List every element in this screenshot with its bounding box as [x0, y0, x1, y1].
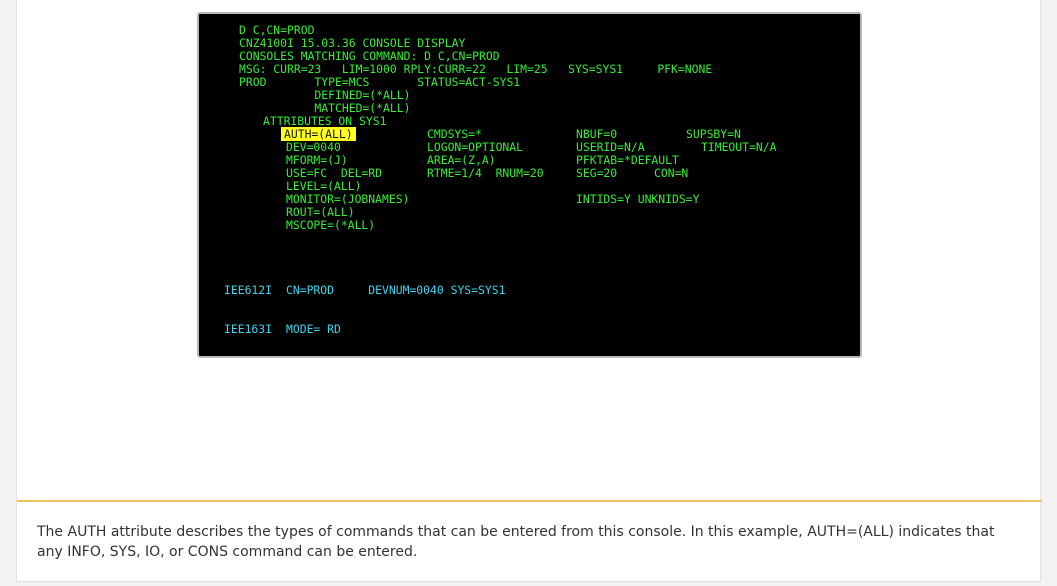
- caption-divider: [17, 500, 1042, 502]
- attr-intids-unknids: INTIDS=Y UNKNIDS=Y: [576, 192, 700, 206]
- attr-mscope: MSCOPE=(*ALL): [286, 218, 376, 232]
- message-id-iee163i: IEE163I: [224, 322, 273, 336]
- message-text-iee163i: MODE= RD: [286, 322, 341, 336]
- auth-highlight: AUTH=(ALL): [281, 127, 356, 141]
- message-id-iee612i: IEE612I: [224, 283, 273, 297]
- console-terminal: D C,CN=PROD CNZ4100I 15.03.36 CONSOLE DI…: [197, 12, 862, 358]
- lesson-card: D C,CN=PROD CNZ4100I 15.03.36 CONSOLE DI…: [16, 0, 1042, 582]
- attr-timeout: TIMEOUT=N/A: [701, 140, 777, 154]
- attr-con: CON=N: [654, 166, 689, 180]
- message-text-iee612i: CN=PROD DEVNUM=0040 SYS=SYS1: [286, 283, 506, 297]
- attr-rtme-rnum: RTME=1/4 RNUM=20: [427, 166, 544, 180]
- caption-text: The AUTH attribute describes the types o…: [37, 524, 995, 560]
- attr-seg: SEG=20: [576, 166, 618, 180]
